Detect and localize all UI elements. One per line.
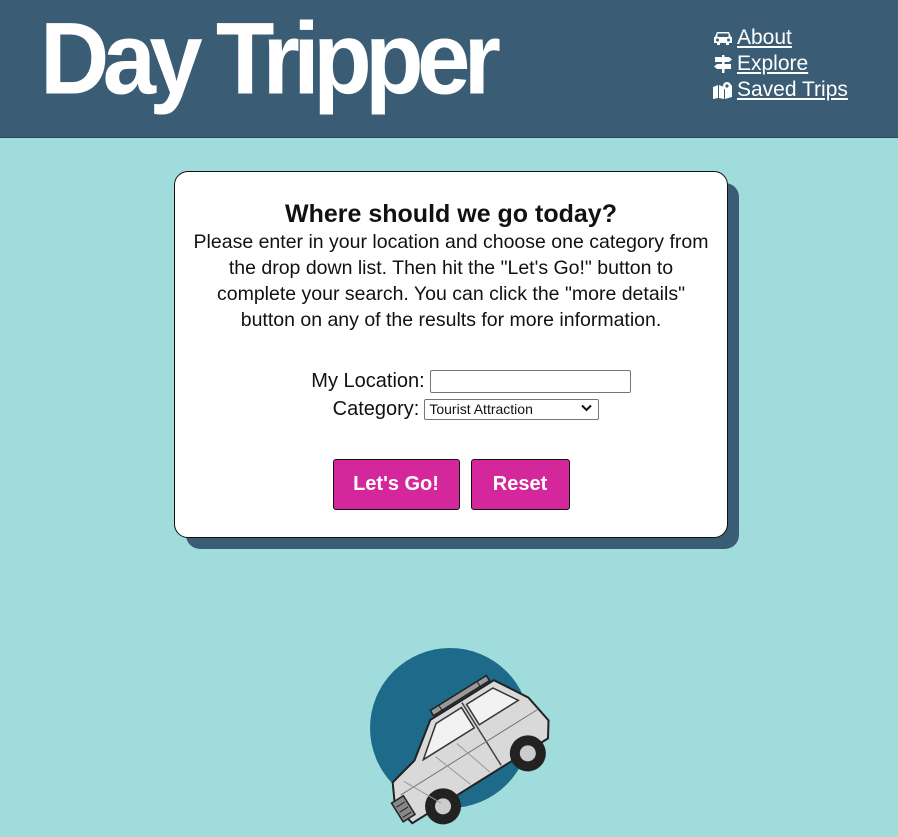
car-icon: [712, 28, 734, 48]
card-heading: Where should we go today?: [285, 200, 617, 228]
nav-item-saved-trips[interactable]: Saved Trips: [712, 77, 848, 103]
map-icon: [712, 80, 734, 100]
chevron-down-icon: [581, 403, 593, 415]
location-input[interactable]: [429, 369, 631, 393]
logo[interactable]: Day Tripper: [40, 8, 501, 110]
site-header: Day Tripper About Explore Saved Trips: [0, 0, 898, 138]
nav-link-explore[interactable]: Explore: [737, 52, 808, 76]
lets-go-button[interactable]: Let's Go!: [332, 459, 460, 510]
category-row: Category: Tourist Attraction: [205, 395, 727, 423]
search-card: Where should we go today? Please enter i…: [174, 171, 728, 538]
button-row: Let's Go! Reset: [175, 459, 727, 510]
card-instructions: Please enter in your location and choose…: [193, 231, 709, 331]
nav-item-about[interactable]: About: [712, 25, 848, 51]
nav-link-about[interactable]: About: [737, 26, 792, 50]
main-nav: About Explore Saved Trips: [712, 25, 848, 103]
nav-link-saved-trips[interactable]: Saved Trips: [737, 78, 848, 102]
category-select[interactable]: Tourist Attraction: [424, 398, 600, 420]
reset-button[interactable]: Reset: [470, 459, 570, 510]
location-row: My Location:: [215, 368, 727, 394]
signpost-icon: [712, 54, 734, 74]
car-illustration: [370, 648, 550, 825]
location-label: My Location:: [311, 369, 425, 392]
nav-item-explore[interactable]: Explore: [712, 51, 848, 77]
category-selected-value: Tourist Attraction: [429, 401, 533, 417]
category-label: Category:: [332, 397, 420, 420]
